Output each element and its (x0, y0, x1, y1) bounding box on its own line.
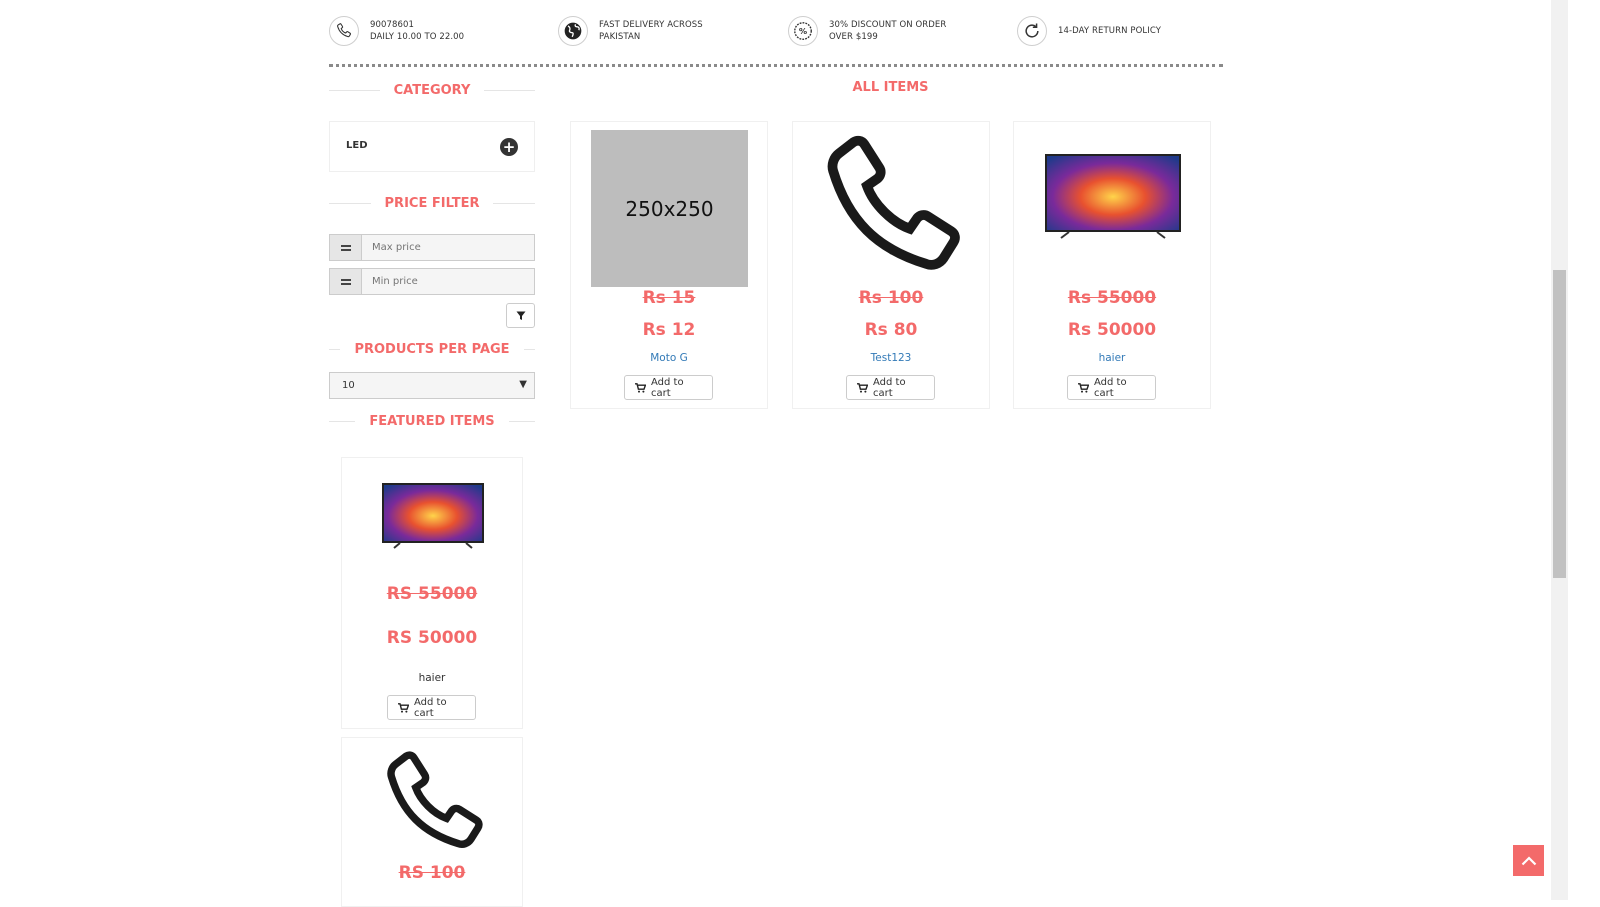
phone-icon (329, 16, 359, 46)
min-price-input[interactable] (362, 269, 534, 294)
feature-discount-line1: 30% DISCOUNT ON ORDER (829, 20, 947, 30)
plus-circle-icon[interactable]: + (500, 138, 518, 156)
featured-heading-text: FEATURED ITEMS (369, 413, 495, 429)
old-price: Rs 15 (642, 288, 696, 308)
filter-icon (516, 311, 525, 320)
product-name[interactable]: haier (1014, 352, 1210, 364)
add-to-cart-button[interactable]: Add to cart (1067, 375, 1156, 400)
cart-icon (635, 382, 646, 393)
globe-icon (558, 16, 588, 46)
old-price: Rs 100 (858, 288, 924, 308)
feature-delivery-line2: PAKISTAN (599, 32, 641, 42)
new-price: RS 50000 (386, 628, 478, 648)
category-heading-text: CATEGORY (393, 82, 471, 98)
feature-return-line1: 14-DAY RETURN POLICY (1058, 26, 1162, 36)
product-image-placeholder[interactable]: 250x250 (591, 130, 748, 287)
product-name[interactable]: haier (342, 672, 522, 684)
feature-phone: 90078601 DAILY 10.00 TO 22.00 (329, 14, 464, 48)
add-to-cart-label: Add to cart (1094, 376, 1127, 399)
product-name[interactable]: Test123 (793, 352, 989, 364)
price-filter-heading-text: PRICE FILTER (384, 195, 480, 211)
product-card: Rs 100 Rs 80 Test123 Add to cart (792, 121, 990, 409)
category-heading: CATEGORY (329, 80, 535, 100)
cart-icon (398, 702, 409, 713)
price-filter-heading: PRICE FILTER (329, 193, 535, 213)
product-card: Rs 55000 Rs 50000 haier Add to cart (1013, 121, 1211, 409)
old-price: RS 55000 (386, 584, 478, 604)
feature-phone-line2: DAILY 10.00 TO 22.00 (370, 32, 465, 42)
product-name[interactable]: Moto G (571, 352, 767, 364)
divider (329, 64, 1223, 67)
tv-image[interactable] (1045, 154, 1181, 239)
svg-text:%: % (799, 26, 807, 36)
add-to-cart-button[interactable]: Add to cart (846, 375, 935, 400)
featured-card: RS 100 (341, 737, 523, 907)
feature-delivery-line1: FAST DELIVERY ACROSS (599, 20, 703, 30)
per-page-heading: PRODUCTS PER PAGE (329, 339, 535, 359)
menu-icon (330, 269, 362, 294)
add-to-cart-label: Add to cart (414, 696, 447, 719)
max-price-group (329, 234, 535, 261)
new-price: Rs 50000 (1067, 320, 1157, 340)
placeholder-text: 250x250 (625, 196, 714, 221)
feature-discount-line2: OVER $199 (829, 32, 878, 42)
add-to-cart-button[interactable]: Add to cart (624, 375, 713, 400)
featured-heading: FEATURED ITEMS (329, 411, 536, 431)
filter-button[interactable] (506, 303, 535, 328)
scrollbar-thumb[interactable] (1553, 270, 1566, 578)
discount-icon: % (788, 16, 818, 46)
chevron-down-icon: ▼ (519, 379, 527, 390)
old-price: Rs 55000 (1067, 288, 1157, 308)
menu-icon (330, 235, 362, 260)
all-items-heading: ALL ITEMS (852, 80, 929, 95)
add-to-cart-button[interactable]: Add to cart (387, 695, 476, 720)
max-price-input[interactable] (362, 235, 534, 260)
new-price: Rs 12 (642, 320, 696, 340)
per-page-heading-text: PRODUCTS PER PAGE (354, 341, 510, 357)
back-to-top-button[interactable] (1513, 845, 1544, 876)
feature-return: 14-DAY RETURN POLICY (1017, 14, 1161, 48)
new-price: Rs 80 (864, 320, 918, 340)
phone-image[interactable] (813, 128, 969, 284)
feature-phone-line1: 90078601 (370, 20, 415, 30)
per-page-select[interactable]: 10 ▼ (329, 372, 535, 399)
category-item-led[interactable]: LED + (329, 121, 535, 172)
add-to-cart-label: Add to cart (873, 376, 906, 399)
return-icon (1017, 16, 1047, 46)
phone-image (387, 751, 483, 848)
min-price-group (329, 268, 535, 295)
old-price: RS 100 (398, 863, 466, 883)
feature-delivery: FAST DELIVERY ACROSS PAKISTAN (558, 14, 703, 48)
product-card: 250x250 Rs 15 Rs 12 Moto G Add to cart (570, 121, 768, 409)
cart-icon (1078, 382, 1089, 393)
per-page-value: 10 (342, 380, 355, 391)
tv-image (382, 483, 484, 549)
add-to-cart-label: Add to cart (651, 376, 684, 399)
chevron-up-icon (1521, 855, 1536, 865)
feature-discount: % 30% DISCOUNT ON ORDER OVER $199 (788, 14, 946, 48)
cart-icon (857, 382, 868, 393)
featured-card: RS 55000 RS 50000 haier Add to cart (341, 457, 523, 729)
category-item-label: LED (346, 140, 368, 151)
